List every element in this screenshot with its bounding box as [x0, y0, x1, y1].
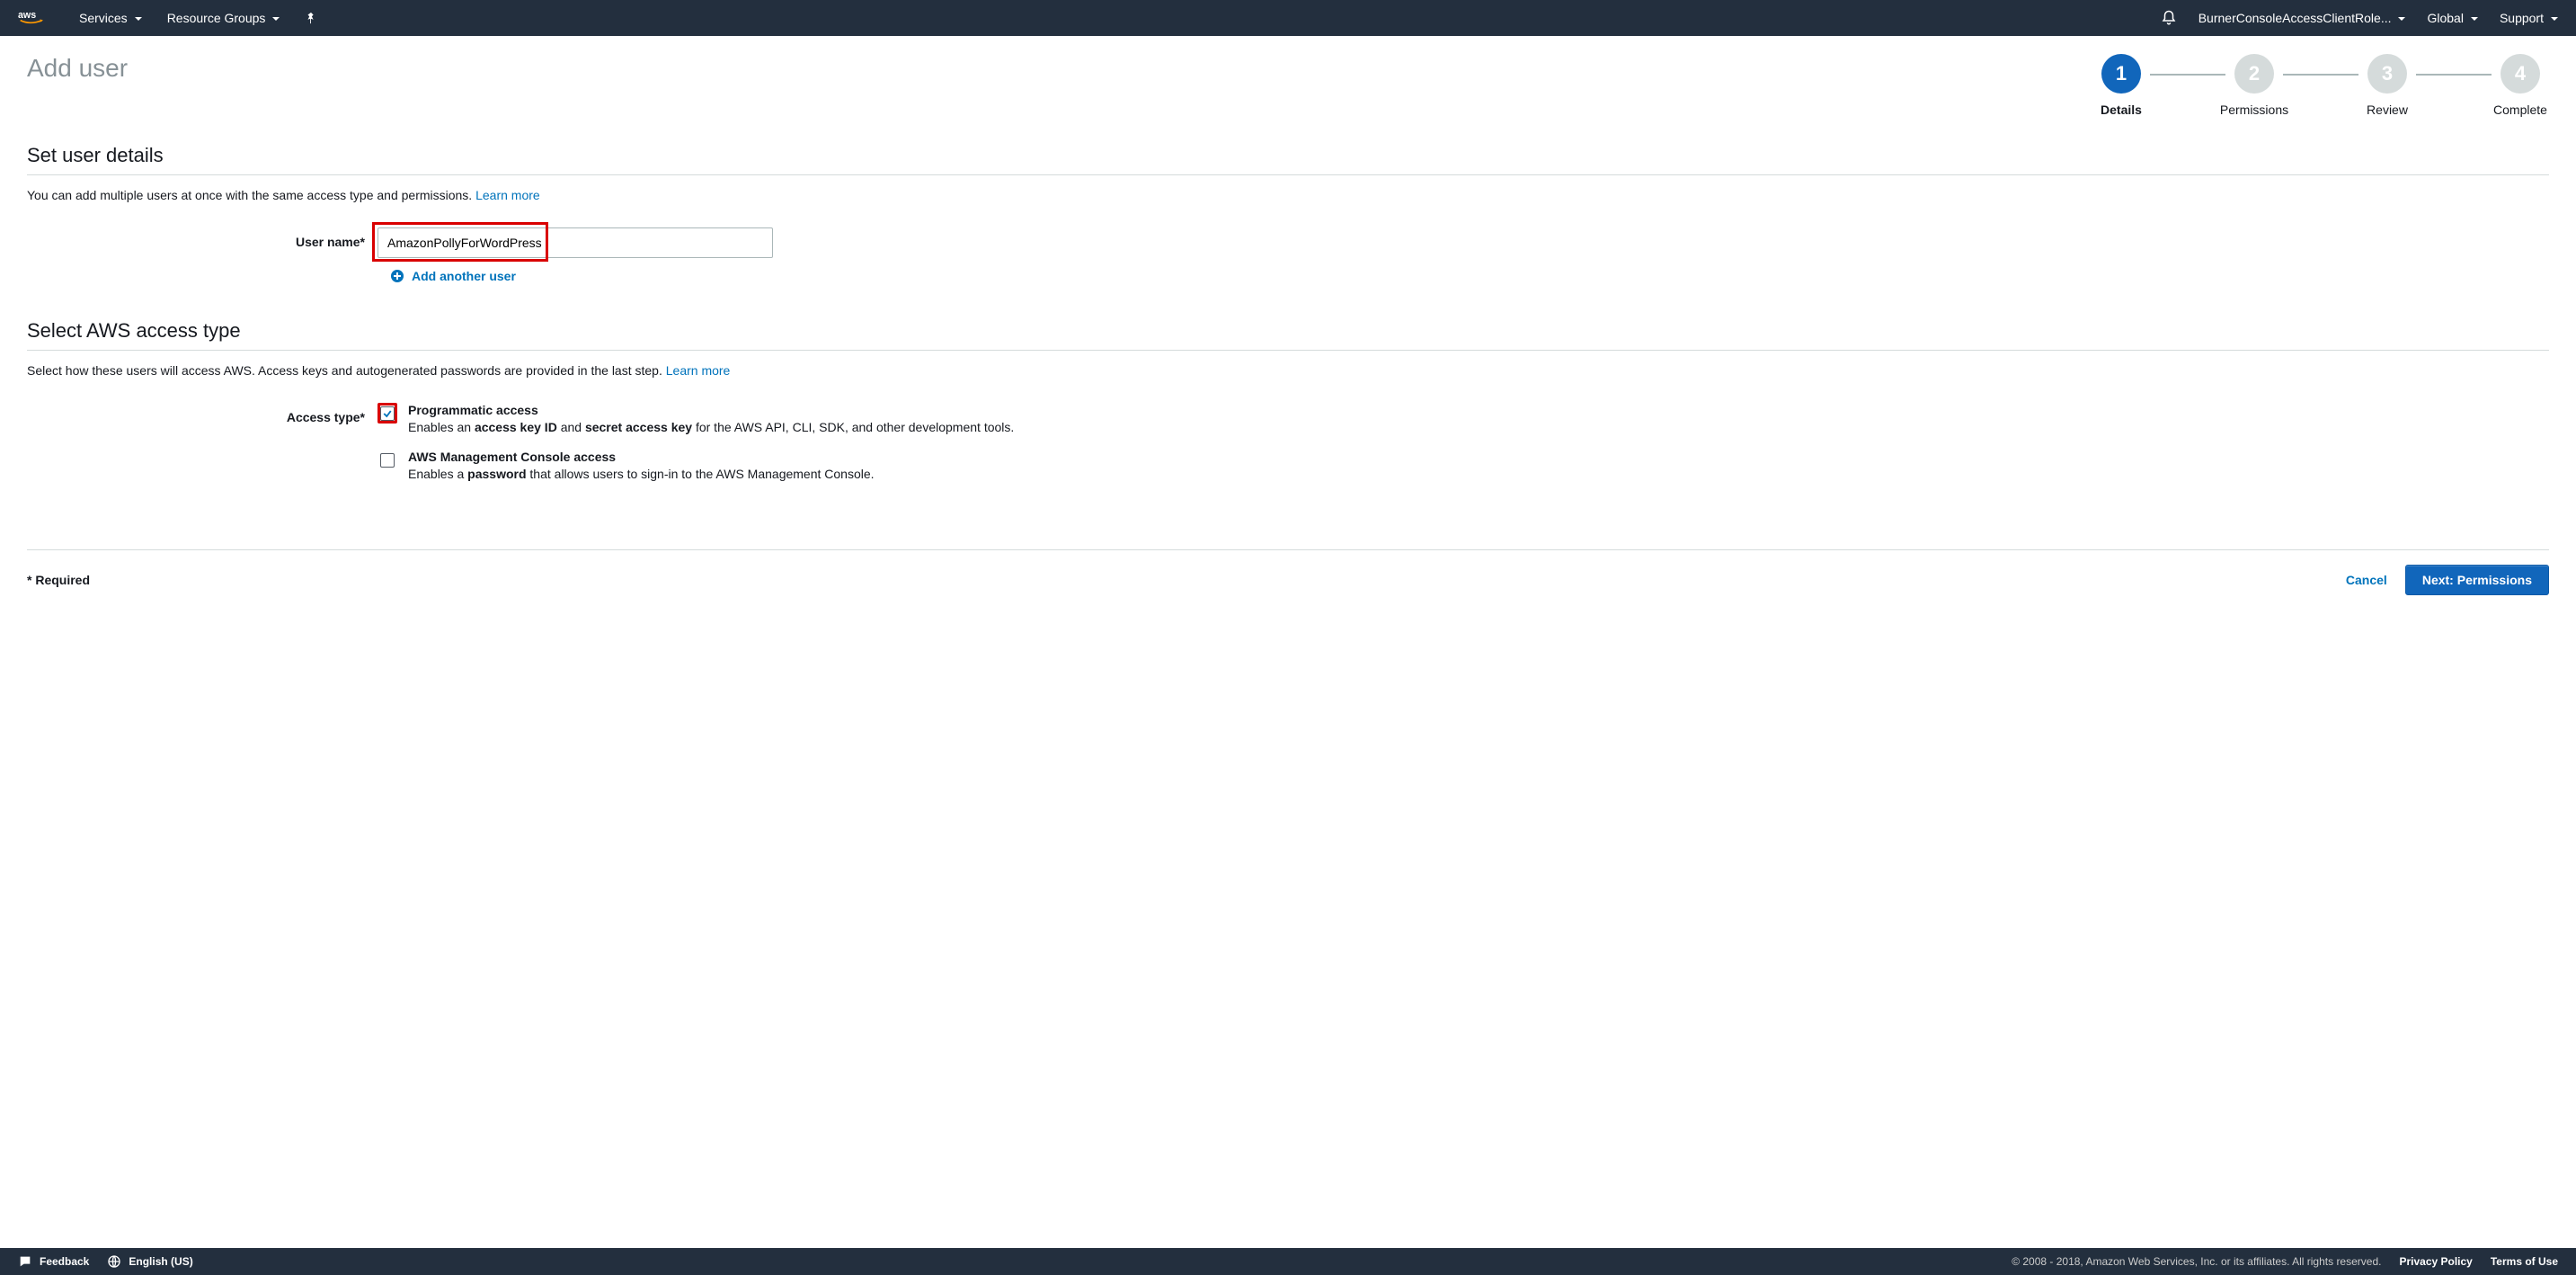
next-permissions-button[interactable]: Next: Permissions	[2405, 565, 2549, 595]
nav-resource-groups[interactable]: Resource Groups	[167, 11, 280, 25]
privacy-link[interactable]: Privacy Policy	[2399, 1255, 2472, 1268]
caret-down-icon	[2398, 17, 2405, 21]
feedback-label: Feedback	[40, 1255, 89, 1268]
section-access-type-desc: Select how these users will access AWS. …	[27, 363, 2549, 378]
step-number: 1	[2101, 54, 2141, 94]
section-user-details-desc: You can add multiple users at once with …	[27, 188, 2549, 202]
plus-circle-icon	[390, 269, 404, 283]
caret-down-icon	[272, 17, 280, 21]
desc-text: Select how these users will access AWS. …	[27, 363, 666, 378]
learn-more-link[interactable]: Learn more	[475, 188, 540, 202]
option-title: AWS Management Console access	[408, 450, 2549, 464]
section-user-details-title: Set user details	[27, 144, 2549, 167]
bottom-bar-left: Feedback English (US)	[18, 1254, 193, 1269]
access-option-programmatic: Programmatic access Enables an access ke…	[378, 403, 2549, 437]
username-row: User name*	[27, 227, 2549, 258]
t: and	[557, 420, 585, 434]
step-number: 4	[2500, 54, 2540, 94]
language-button[interactable]: English (US)	[107, 1254, 192, 1269]
page-title: Add user	[27, 54, 128, 83]
top-nav-left: aws Services Resource Groups	[18, 7, 317, 29]
cancel-button[interactable]: Cancel	[2346, 573, 2387, 587]
divider	[27, 174, 2549, 175]
divider	[27, 350, 2549, 351]
desc-text: You can add multiple users at once with …	[27, 188, 475, 202]
add-another-label: Add another user	[412, 269, 516, 283]
checkbox-wrap	[378, 450, 397, 473]
nav-support[interactable]: Support	[2500, 11, 2558, 25]
step-number: 3	[2367, 54, 2407, 94]
caret-down-icon	[2551, 17, 2558, 21]
wizard-stepper: 1 Details 2 Permissions 3 Review 4 Compl…	[2092, 54, 2549, 117]
nav-region[interactable]: Global	[2427, 11, 2477, 25]
t: access key ID	[475, 420, 557, 434]
username-field	[378, 227, 2549, 258]
chat-icon	[18, 1254, 32, 1269]
nav-resource-groups-label: Resource Groups	[167, 11, 266, 25]
nav-services-label: Services	[79, 11, 128, 25]
main-content: Add user 1 Details 2 Permissions 3 Revie…	[0, 36, 2576, 595]
terms-link[interactable]: Terms of Use	[2491, 1255, 2558, 1268]
step-label: Review	[2367, 103, 2408, 117]
footer-actions: * Required Cancel Next: Permissions	[27, 549, 2549, 595]
learn-more-link[interactable]: Learn more	[666, 363, 731, 378]
option-text: AWS Management Console access Enables a …	[408, 450, 2549, 484]
option-text: Programmatic access Enables an access ke…	[408, 403, 2549, 437]
svg-text:aws: aws	[18, 10, 36, 21]
t: secret access key	[585, 420, 692, 434]
access-type-label: Access type*	[27, 403, 378, 424]
language-label: English (US)	[129, 1255, 192, 1268]
t: password	[467, 467, 526, 481]
nav-role[interactable]: BurnerConsoleAccessClientRole...	[2198, 11, 2406, 25]
console-access-checkbox[interactable]	[380, 453, 395, 468]
aws-logo[interactable]: aws	[18, 7, 54, 29]
step-permissions[interactable]: 2 Permissions	[2225, 54, 2283, 117]
step-connector	[2150, 74, 2225, 76]
access-type-row: Access type* Programmatic access Enables…	[27, 403, 2549, 495]
nav-support-label: Support	[2500, 11, 2544, 25]
caret-down-icon	[135, 17, 142, 21]
required-note: * Required	[27, 573, 90, 587]
access-type-field: Programmatic access Enables an access ke…	[378, 403, 2549, 495]
nav-region-label: Global	[2427, 11, 2463, 25]
section-access-type-title: Select AWS access type	[27, 319, 2549, 343]
t: Enables an	[408, 420, 475, 434]
username-input[interactable]	[378, 227, 773, 258]
username-label: User name*	[27, 227, 378, 249]
bottom-bar: Feedback English (US) © 2008 - 2018, Ama…	[0, 1248, 2576, 1275]
globe-icon	[107, 1254, 121, 1269]
top-nav-right: BurnerConsoleAccessClientRole... Global …	[2161, 10, 2558, 26]
step-connector	[2283, 74, 2358, 76]
step-review[interactable]: 3 Review	[2358, 54, 2416, 117]
access-option-console: AWS Management Console access Enables a …	[378, 450, 2549, 484]
step-label: Details	[2101, 103, 2142, 117]
option-desc: Enables an access key ID and secret acce…	[408, 419, 2549, 437]
copyright-text: © 2008 - 2018, Amazon Web Services, Inc.…	[2012, 1255, 2381, 1268]
programmatic-access-checkbox[interactable]	[380, 406, 395, 421]
option-desc: Enables a password that allows users to …	[408, 466, 2549, 484]
t: for the AWS API, CLI, SDK, and other dev…	[692, 420, 1014, 434]
pin-icon[interactable]	[305, 12, 317, 24]
step-number: 2	[2234, 54, 2274, 94]
step-complete[interactable]: 4 Complete	[2492, 54, 2549, 117]
notifications-icon[interactable]	[2161, 10, 2177, 26]
nav-role-label: BurnerConsoleAccessClientRole...	[2198, 11, 2392, 25]
step-label: Complete	[2493, 103, 2547, 117]
add-another-user-button[interactable]: Add another user	[390, 269, 2549, 283]
step-connector	[2416, 74, 2492, 76]
bottom-bar-right: © 2008 - 2018, Amazon Web Services, Inc.…	[2012, 1255, 2558, 1268]
header-row: Add user 1 Details 2 Permissions 3 Revie…	[27, 54, 2549, 117]
feedback-button[interactable]: Feedback	[18, 1254, 89, 1269]
caret-down-icon	[2471, 17, 2478, 21]
t: that allows users to sign-in to the AWS …	[527, 467, 875, 481]
highlight-annotation	[378, 403, 397, 424]
step-details[interactable]: 1 Details	[2092, 54, 2150, 117]
step-label: Permissions	[2220, 103, 2288, 117]
top-nav: aws Services Resource Groups BurnerConso…	[0, 0, 2576, 36]
nav-services[interactable]: Services	[79, 11, 142, 25]
footer-buttons: Cancel Next: Permissions	[2346, 565, 2549, 595]
t: Enables a	[408, 467, 467, 481]
option-title: Programmatic access	[408, 403, 2549, 417]
